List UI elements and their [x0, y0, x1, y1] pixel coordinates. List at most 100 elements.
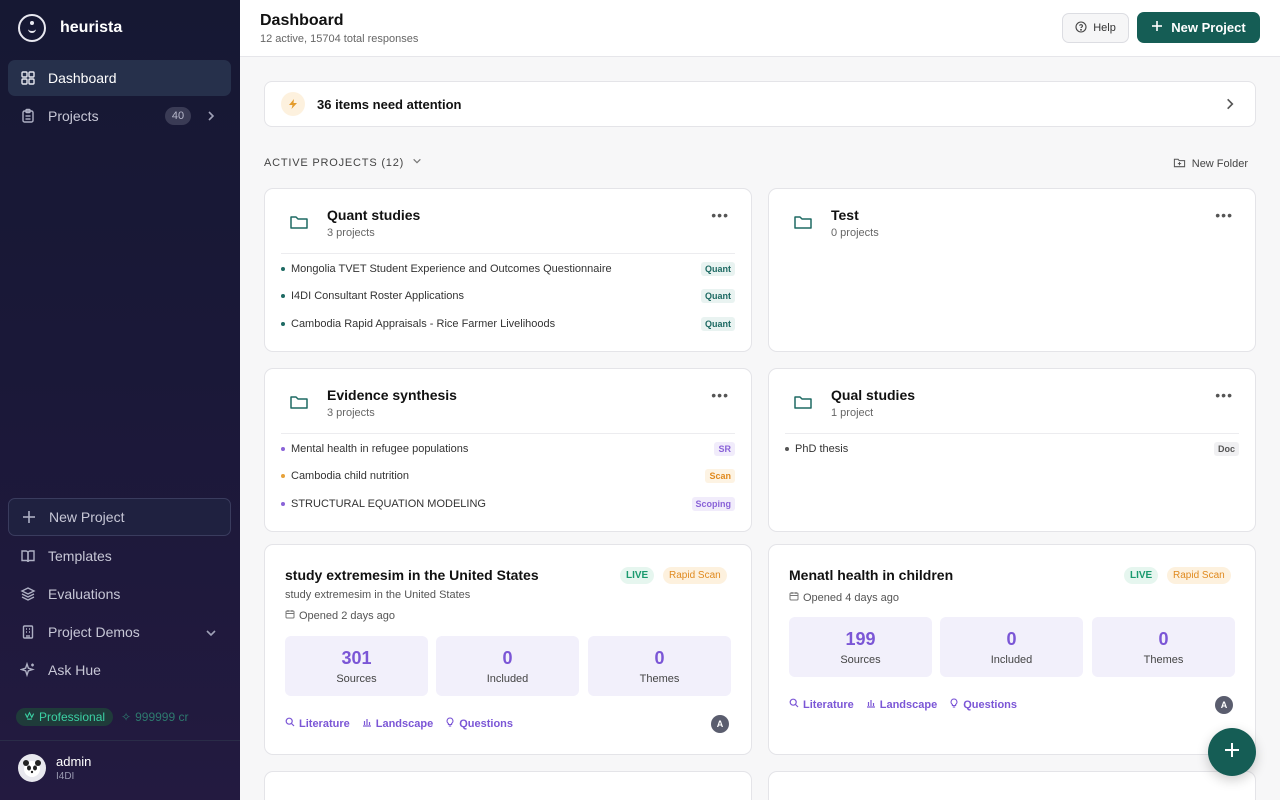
grid-icon: [20, 70, 36, 86]
sidebar-item-label: Ask Hue: [48, 662, 101, 678]
folder-title: Qual studies: [831, 387, 916, 403]
list-item[interactable]: PhD thesis Doc: [785, 435, 1239, 463]
sidebar-new-project-button[interactable]: New Project: [8, 498, 231, 536]
new-folder-button[interactable]: New Folder: [1173, 156, 1248, 172]
header: Dashboard 12 active, 15704 total respons…: [240, 0, 1280, 57]
type-tag: Quant: [701, 316, 735, 331]
sidebar-item-evaluations[interactable]: Evaluations: [8, 576, 231, 612]
sidebar-item-templates[interactable]: Templates: [8, 538, 231, 574]
folder-icon: [289, 213, 309, 236]
status-dot: [281, 321, 285, 326]
list-item[interactable]: STRUCTURAL EQUATION MODELING Scoping: [281, 490, 735, 518]
project-card[interactable]: [768, 771, 1256, 800]
list-item[interactable]: Mental health in refugee populations SR: [281, 435, 735, 463]
bar-chart-icon: [866, 698, 876, 711]
folder-icon: [793, 393, 813, 416]
more-icon[interactable]: •••: [711, 387, 729, 403]
questions-link[interactable]: Questions: [949, 698, 1017, 711]
more-icon[interactable]: •••: [711, 207, 729, 223]
project-title: Menatl health in children: [789, 567, 954, 583]
chevron-down-icon[interactable]: [205, 626, 217, 642]
project-name: PhD thesis: [795, 442, 849, 455]
folder-card[interactable]: Qual studies 1 project ••• PhD thesis Do…: [768, 368, 1256, 532]
plan-badge[interactable]: Professional: [16, 708, 114, 726]
plan-name: Professional: [39, 710, 106, 724]
user-menu[interactable]: admin I4DI: [18, 754, 91, 782]
folder-card[interactable]: Test 0 projects •••: [768, 188, 1256, 352]
opened-text: Opened 4 days ago: [803, 591, 900, 604]
project-card[interactable]: Menatl health in children LIVE Rapid Sca…: [768, 544, 1256, 755]
folder-count: 1 project: [831, 407, 874, 419]
bar-chart-icon: [362, 717, 372, 730]
help-button[interactable]: Help: [1062, 13, 1129, 43]
folder-icon: [793, 213, 813, 236]
building-icon: [20, 624, 36, 640]
page-subtitle: 12 active, 15704 total responses: [260, 33, 419, 45]
live-badge: LIVE: [1124, 567, 1159, 584]
folder-card[interactable]: Evidence synthesis 3 projects ••• Mental…: [264, 368, 752, 532]
project-description: study extremesim in the United States: [285, 589, 471, 601]
section-title: ACTIVE PROJECTS (12): [264, 156, 405, 169]
status-dot: [281, 501, 285, 506]
list-item[interactable]: Cambodia child nutrition Scan: [281, 463, 735, 491]
landscape-link[interactable]: Landscape: [866, 698, 937, 711]
stat-sources[interactable]: 301 Sources: [285, 636, 428, 696]
sidebar-item-label: Projects: [48, 108, 99, 124]
new-folder-label: New Folder: [1191, 158, 1248, 170]
stat-sources[interactable]: 199 Sources: [789, 617, 932, 677]
status-dot: [281, 446, 285, 451]
type-tag: Quant: [701, 289, 735, 304]
sidebar-item-dashboard[interactable]: Dashboard: [8, 60, 231, 96]
project-card[interactable]: study extremesim in the United States LI…: [264, 544, 752, 755]
credits: ✧ 999999 cr: [121, 710, 188, 724]
folder-count: 3 projects: [327, 407, 375, 419]
floating-add-button[interactable]: [1208, 728, 1256, 776]
more-icon[interactable]: •••: [1215, 207, 1233, 223]
stat-label: Included: [990, 653, 1033, 666]
opened-text: Opened 2 days ago: [299, 609, 396, 622]
plus-icon: [1151, 20, 1163, 35]
stat-included[interactable]: 0 Included: [940, 617, 1083, 677]
project-links: Literature Landscape Questions: [789, 698, 1017, 711]
calendar-icon: [789, 591, 799, 604]
clipboard-icon: [20, 108, 36, 124]
new-project-label: New Project: [1171, 20, 1246, 35]
project-name: Cambodia Rapid Appraisals - Rice Farmer …: [291, 317, 556, 330]
literature-link[interactable]: Literature: [285, 717, 350, 730]
stat-themes[interactable]: 0 Themes: [1092, 617, 1235, 677]
folder-title: Evidence synthesis: [327, 387, 457, 403]
stat-themes[interactable]: 0 Themes: [588, 636, 731, 696]
sidebar-item-ask-hue[interactable]: Ask Hue: [8, 652, 231, 688]
stat-label: Themes: [1143, 653, 1184, 666]
active-projects-toggle[interactable]: ACTIVE PROJECTS (12): [264, 156, 422, 169]
questions-link[interactable]: Questions: [445, 717, 513, 730]
project-card[interactable]: [264, 771, 752, 800]
sidebar-item-label: Evaluations: [48, 586, 121, 602]
folder-count: 0 projects: [831, 227, 879, 239]
list-item[interactable]: I4DI Consultant Roster Applications Quan…: [281, 283, 735, 311]
attention-bar[interactable]: 36 items need attention: [264, 81, 1256, 127]
sidebar-divider: [0, 740, 240, 741]
list-item[interactable]: Cambodia Rapid Appraisals - Rice Farmer …: [281, 310, 735, 338]
divider: [785, 433, 1239, 434]
help-circle-icon: [1075, 20, 1087, 36]
folder-card[interactable]: Quant studies 3 projects ••• Mongolia TV…: [264, 188, 752, 352]
brand-logo-icon: [18, 14, 46, 42]
more-icon[interactable]: •••: [1215, 387, 1233, 403]
stat-value: 0: [502, 647, 513, 668]
list-item[interactable]: Mongolia TVET Student Experience and Out…: [281, 255, 735, 283]
stat-label: Sources: [840, 653, 881, 666]
crown-icon: [24, 710, 35, 724]
folder-count: 3 projects: [327, 227, 375, 239]
avatar: [18, 754, 46, 782]
sidebar-item-projects[interactable]: Projects 40: [8, 98, 231, 134]
folder-title: Quant studies: [327, 207, 421, 223]
brand[interactable]: heurista: [18, 14, 122, 42]
stat-included[interactable]: 0 Included: [436, 636, 579, 696]
plus-icon: [1223, 741, 1241, 764]
literature-link[interactable]: Literature: [789, 698, 854, 711]
sidebar-item-project-demos[interactable]: Project Demos: [8, 614, 231, 650]
chevron-right-icon[interactable]: [205, 109, 217, 125]
new-project-button[interactable]: New Project: [1137, 12, 1260, 43]
landscape-link[interactable]: Landscape: [362, 717, 433, 730]
